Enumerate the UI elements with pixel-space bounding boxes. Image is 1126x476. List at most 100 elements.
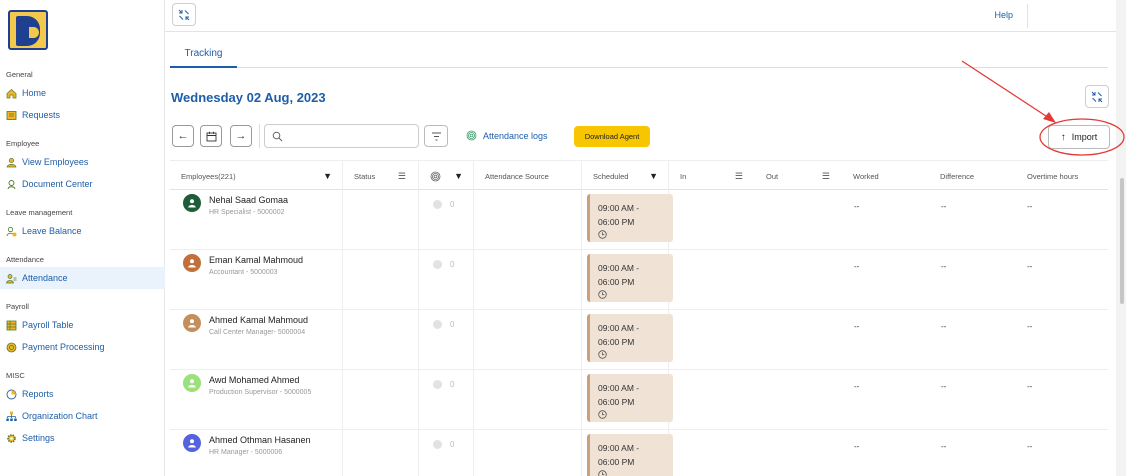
schedule-start: 09:00 AM - (598, 323, 640, 333)
calendar-button[interactable] (200, 125, 222, 147)
sidebar-item-reports[interactable]: Reports (6, 386, 54, 402)
next-day-button[interactable]: → (230, 125, 252, 147)
search-input[interactable] (264, 124, 419, 148)
sidebar-item-payment-processing[interactable]: Payment Processing (6, 339, 105, 355)
clock-icon (598, 470, 607, 476)
download-agent-button[interactable]: Download Agent (574, 126, 650, 147)
schedule-chip[interactable]: 09:00 AM - 06:00 PM (587, 434, 673, 476)
column-in[interactable]: In ☰ (669, 161, 755, 191)
logo-letter-shape (16, 16, 40, 46)
difference-value: -- (941, 382, 947, 391)
schedule-end: 06:00 PM (598, 217, 635, 227)
column-out-label: Out (766, 171, 779, 181)
tab-tracking[interactable]: Tracking (170, 40, 237, 68)
column-employees[interactable]: Employees(221) ▼ (170, 161, 343, 191)
import-button[interactable]: ↑ Import (1048, 125, 1110, 149)
employee-name[interactable]: Ahmed Othman Hasanen (209, 435, 311, 445)
sidebar-item-requests[interactable]: Requests (6, 107, 60, 123)
sidebar-item-settings[interactable]: Settings (6, 430, 55, 446)
fingerprint-cell: 0 (419, 190, 474, 250)
table-row[interactable]: Awd Mohamed Ahmed Production Supervisor -… (170, 370, 1108, 430)
attendance-logs-link[interactable]: Attendance logs (466, 130, 548, 141)
help-link[interactable]: Help (994, 10, 1013, 20)
sidebar-item-view-employees[interactable]: View Employees (6, 154, 88, 170)
company-logo[interactable] (8, 10, 48, 50)
employee-cell[interactable]: Awd Mohamed Ahmed Production Supervisor -… (170, 370, 343, 430)
fingerprint-icon (433, 320, 442, 329)
employee-name[interactable]: Awd Mohamed Ahmed (209, 375, 299, 385)
sidebar-item-document-center[interactable]: Document Center (6, 176, 93, 192)
fingerprint-count: 0 (433, 260, 454, 269)
filter-button[interactable] (424, 125, 448, 147)
status-cell (343, 370, 419, 430)
schedule-chip[interactable]: 09:00 AM - 06:00 PM (587, 194, 673, 242)
column-fingerprint[interactable]: ▼ (419, 161, 474, 191)
sidebar-item-home[interactable]: Home (6, 85, 46, 101)
column-overtime-hours[interactable]: Overtime hours (1016, 161, 1108, 191)
collapse-sidebar-button[interactable] (172, 3, 196, 26)
sidebar: General Home Requests Employee View Empl… (0, 0, 165, 476)
payment-icon (6, 342, 17, 353)
scheduled-cell: 09:00 AM - 06:00 PM (582, 430, 673, 476)
table-row[interactable]: Eman Kamal Mahmoud Accountant - 5000003 0 0… (170, 250, 1108, 310)
sidebar-item-leave-balance[interactable]: Leave Balance (6, 223, 82, 239)
schedule-chip[interactable]: 09:00 AM - 06:00 PM (587, 314, 673, 362)
table-row[interactable]: Ahmed Othman Hasanen HR Manager - 5000006… (170, 430, 1108, 476)
column-scheduled[interactable]: Scheduled ▼ (582, 161, 669, 191)
toolbar-divider (259, 124, 260, 148)
attendance-source-cell (474, 190, 582, 250)
table-row[interactable]: Nehal Saad Gomaa HR Specialist - 5000002 0… (170, 190, 1108, 250)
schedule-chip[interactable]: 09:00 AM - 06:00 PM (587, 374, 673, 422)
sidebar-item-payroll-table[interactable]: Payroll Table (6, 317, 73, 333)
status-cell (343, 310, 419, 370)
attendance-source-cell (474, 430, 582, 476)
employee-name[interactable]: Ahmed Kamal Mahmoud (209, 315, 308, 325)
column-in-label: In (680, 171, 687, 181)
overtime-value: -- (1027, 382, 1033, 391)
difference-value: -- (941, 322, 947, 331)
top-bar: Help (165, 0, 1118, 32)
column-attendance-source[interactable]: Attendance Source (474, 161, 582, 191)
column-worked[interactable]: Worked (842, 161, 929, 191)
fingerprint-icon (433, 380, 442, 389)
fingerprint-count-value: 0 (450, 320, 455, 329)
avatar (183, 374, 201, 392)
user-icon (6, 157, 17, 168)
sidebar-item-organization-chart[interactable]: Organization Chart (6, 408, 98, 424)
expand-view-button[interactable] (1085, 85, 1109, 108)
fingerprint-count: 0 (433, 200, 454, 209)
section-attendance: Attendance (6, 255, 44, 264)
previous-day-button[interactable]: ← (172, 125, 194, 147)
sidebar-item-label: Settings (22, 433, 55, 443)
page-scrollbar[interactable] (1116, 0, 1126, 476)
search-icon (272, 131, 283, 141)
column-difference[interactable]: Difference (929, 161, 1016, 191)
employee-role: HR Manager - 5000006 (209, 449, 283, 456)
chevron-down-icon: ▼ (649, 171, 658, 181)
leave-icon (6, 226, 17, 237)
import-label: Import (1071, 132, 1098, 142)
schedule-end: 06:00 PM (598, 277, 635, 287)
employee-cell[interactable]: Eman Kamal Mahmoud Accountant - 5000003 (170, 250, 343, 310)
employee-cell[interactable]: Ahmed Kamal Mahmoud Call Center Manager- … (170, 310, 343, 370)
sidebar-item-attendance[interactable]: Attendance (0, 267, 165, 289)
fingerprint-icon (466, 130, 477, 141)
column-out[interactable]: Out ☰ (755, 161, 842, 191)
employee-name[interactable]: Nehal Saad Gomaa (209, 195, 288, 205)
avatar (183, 254, 201, 272)
filter-icon (431, 132, 441, 140)
scheduled-cell: 09:00 AM - 06:00 PM (582, 310, 673, 370)
schedule-end: 06:00 PM (598, 457, 635, 467)
avatar (183, 314, 201, 332)
column-status[interactable]: Status ☰ (343, 161, 419, 191)
sidebar-item-label: Attendance (22, 273, 68, 283)
employee-cell[interactable]: Ahmed Othman Hasanen HR Manager - 5000006 (170, 430, 343, 476)
table-row[interactable]: Ahmed Kamal Mahmoud Call Center Manager- … (170, 310, 1108, 370)
schedule-chip[interactable]: 09:00 AM - 06:00 PM (587, 254, 673, 302)
schedule-end: 06:00 PM (598, 337, 635, 347)
page-scrollbar-thumb[interactable] (1120, 178, 1124, 304)
annotation-arrow-line (961, 60, 1050, 119)
employee-name[interactable]: Eman Kamal Mahmoud (209, 255, 303, 265)
section-general: General (6, 70, 33, 79)
employee-cell[interactable]: Nehal Saad Gomaa HR Specialist - 5000002 (170, 190, 343, 250)
